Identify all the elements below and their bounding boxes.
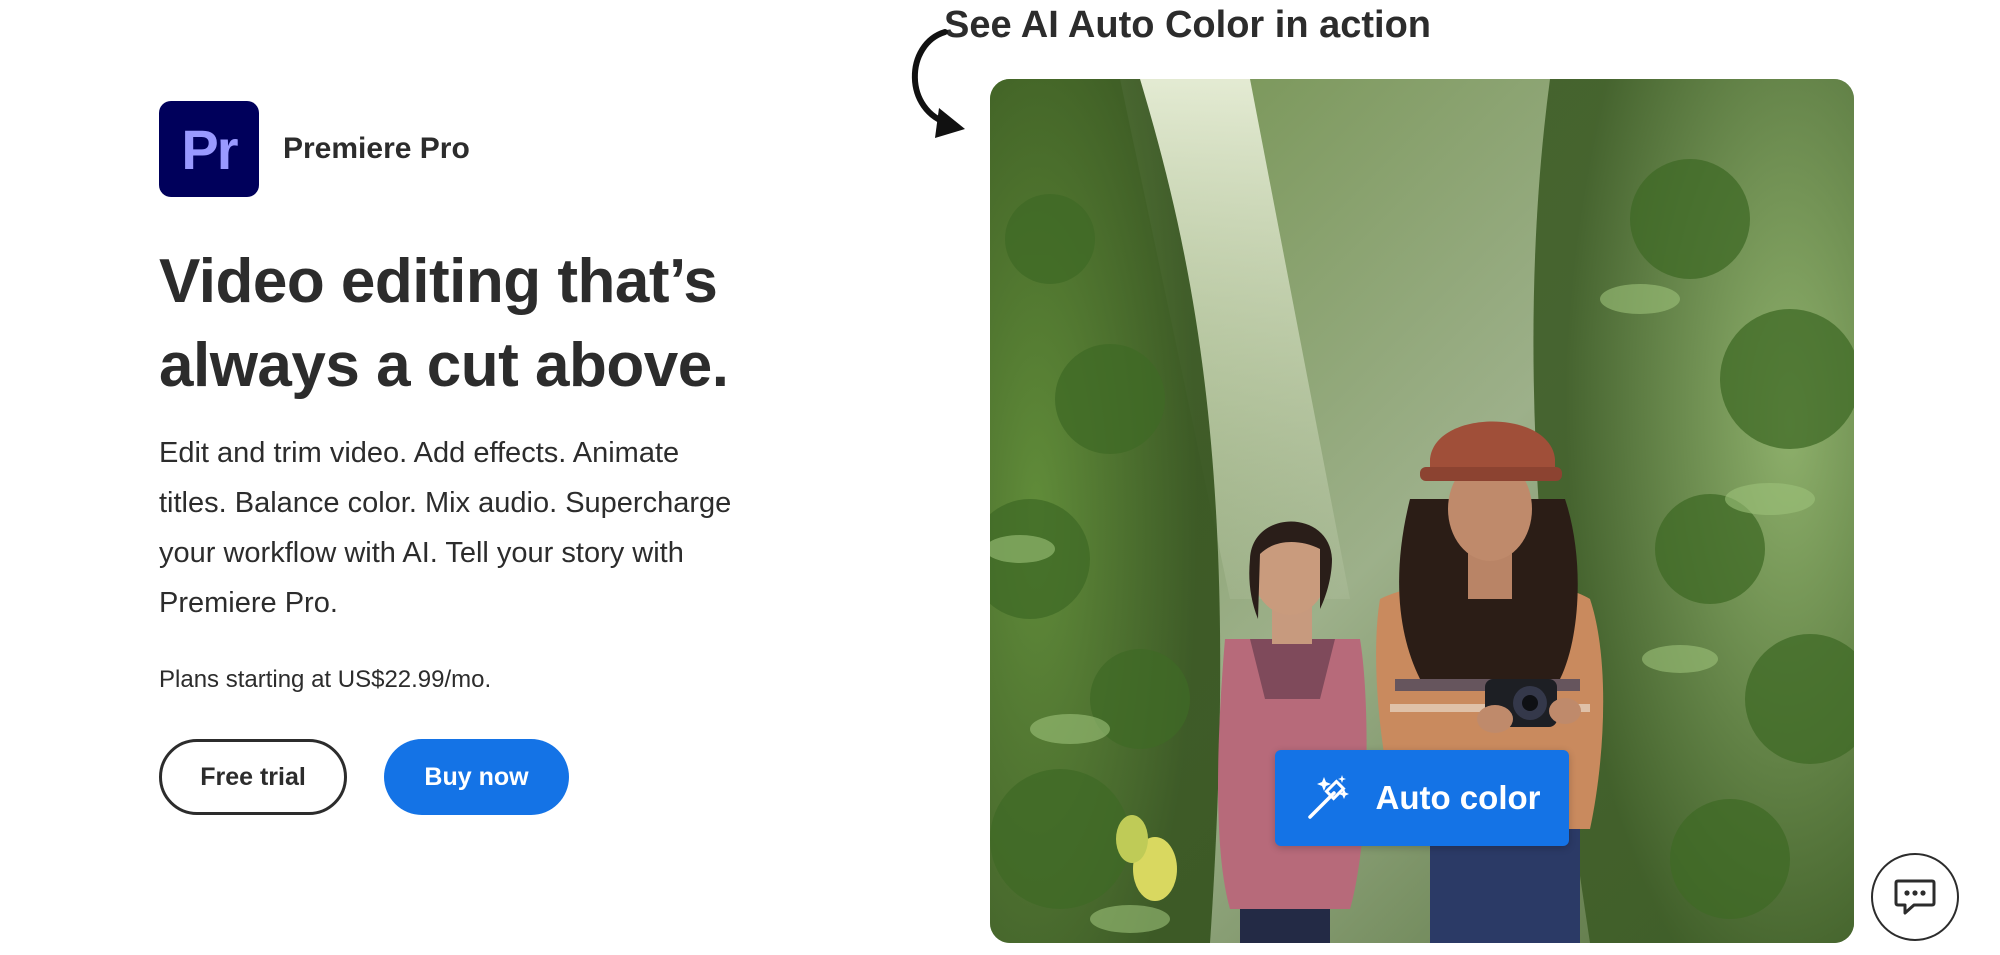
video-annotation: See AI Auto Color in action <box>944 4 1431 46</box>
cta-row: Free trial Buy now <box>159 739 569 815</box>
product-brand: Pr Premiere Pro <box>159 101 470 197</box>
pricing-text: Plans starting at US$22.99/mo. <box>159 666 492 693</box>
auto-color-button[interactable]: Auto color <box>1275 750 1569 846</box>
premiere-pro-logo: Pr <box>159 101 259 197</box>
page-headline: Video editing that’s always a cut above. <box>159 240 799 408</box>
magic-wand-icon <box>1307 775 1349 819</box>
headline-line-1: Video editing that’s <box>159 247 718 316</box>
logo-text: Pr <box>181 117 238 181</box>
auto-color-label: Auto color <box>1375 779 1541 816</box>
hero-video[interactable]: Auto color <box>990 79 1854 943</box>
product-description: Edit and trim video. Add effects. Animat… <box>159 437 732 619</box>
page: Pr Premiere Pro Video editing that’s alw… <box>0 0 2000 955</box>
curved-arrow-icon <box>911 29 965 138</box>
headline-line-2: always a cut above. <box>159 331 729 400</box>
chat-button[interactable] <box>1871 853 1959 941</box>
product-name: Premiere Pro <box>283 132 470 165</box>
chat-bubble-icon <box>1894 879 1936 915</box>
free-trial-button[interactable]: Free trial <box>159 739 347 815</box>
buy-now-button[interactable]: Buy now <box>384 739 569 815</box>
